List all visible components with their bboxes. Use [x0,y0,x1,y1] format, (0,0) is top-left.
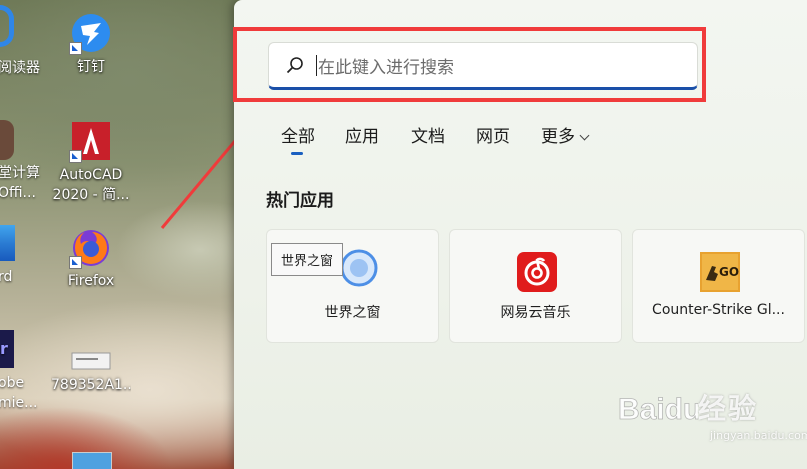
desktop-icon-label: 钉钉 [77,59,105,75]
desktop-icon-label: rd [0,269,13,285]
csgo-icon: GO [700,252,740,292]
desktop-icon-label: obe [0,375,25,391]
desktop-icon-label: 阅读器 [0,60,40,76]
reader-icon [0,5,14,47]
adobe-icon: r [0,330,14,368]
desktop-icon-file[interactable]: 789352A1... [51,340,131,395]
dingtalk-icon [69,12,112,55]
watermark-brand: Baidu [618,393,698,426]
app-label: 世界之窗 [324,305,381,321]
shortcut-arrow-icon [69,42,82,55]
search-box[interactable]: 在此键入进行搜索 [268,42,698,90]
chevron-down-icon [579,130,590,141]
desktop-icon-reader[interactable]: 阅读器 [0,0,40,76]
watermark-text: 经验 [698,392,759,425]
tab-apps[interactable]: 应用 [345,122,379,147]
tooltip: 世界之窗 [271,243,344,276]
tab-more-label: 更多 [541,127,575,147]
desktop-icon-calculator[interactable]: 堂计算 Offi... [0,120,40,201]
firefox-icon [69,226,112,269]
desktop-icon-label: 堂计算 [0,165,40,181]
search-icon [286,56,304,74]
desktop-icon-word[interactable]: rd [0,225,15,285]
desktop-icon-partial[interactable] [72,452,112,469]
autocad-icon [69,120,112,163]
tab-web[interactable]: 网页 [476,122,510,147]
baidu-paw-icon: Baidu [618,393,698,427]
app-label: 网易云音乐 [500,305,571,321]
desktop-icon-label: mie... [0,395,38,411]
section-title: 热门应用 [266,191,334,211]
tab-all[interactable]: 全部 [281,122,315,147]
desktop-icon-label: AutoCAD [59,167,123,183]
app-card-csgo[interactable]: GO Counter-Strike Gl... [632,229,805,343]
active-tab-indicator [291,152,303,155]
search-input[interactable]: 在此键入进行搜索 [318,53,454,78]
shortcut-arrow-icon [69,256,82,269]
desktop-icon-autocad[interactable]: AutoCAD 2020 - 简... [51,120,131,205]
desktop-icon-label: 789352A1... [51,377,131,393]
word-icon [0,225,15,261]
desktop-icon-firefox[interactable]: Firefox [51,226,131,291]
desktop-icon-adobe[interactable]: r obe mie... [0,330,38,411]
tab-documents[interactable]: 文档 [411,122,445,147]
desktop-icon-label: 2020 - 简... [52,187,130,203]
desktop-icon-label: Firefox [67,273,115,289]
theworld-browser-icon [339,248,379,288]
text-caret [316,55,317,76]
tab-more[interactable]: 更多 [541,122,590,147]
desktop-icon-dingtalk[interactable]: 钉钉 [51,12,131,77]
desktop-icon-label: Offi... [0,185,36,201]
shortcut-arrow-icon [69,150,82,163]
watermark-url: jingyan.baidu.com [710,429,807,442]
app-label: Counter-Strike Gl... [652,302,785,318]
watermark: Baidu 经验 jingyan.baidu.com [618,383,807,453]
app-card-netease-music[interactable]: 网易云音乐 [449,229,622,343]
avatar-icon [0,120,14,160]
netease-music-icon [517,252,557,292]
csgo-badge: GO [719,265,740,279]
file-icon [70,350,112,372]
